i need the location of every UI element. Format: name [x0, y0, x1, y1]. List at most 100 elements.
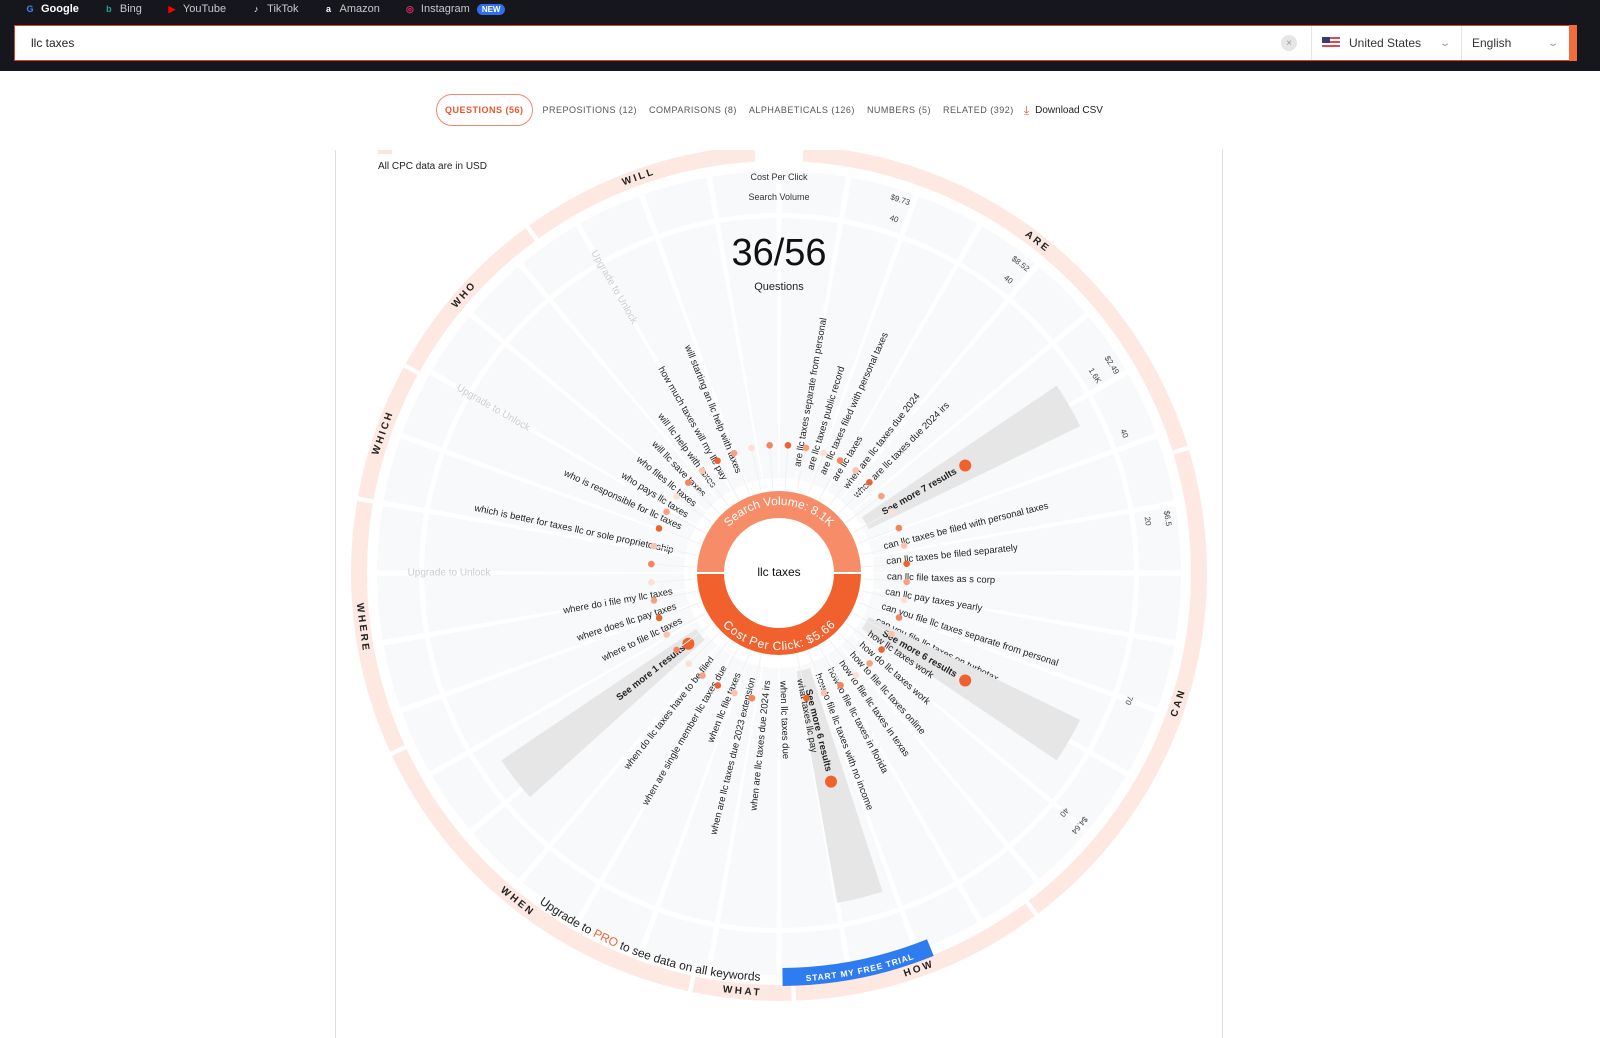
google-icon: G [26, 4, 34, 14]
volume-dot[interactable] [655, 614, 663, 622]
volume-dot[interactable] [852, 467, 859, 474]
tab-questions[interactable]: QUESTIONS (56) [436, 94, 533, 126]
country-label: United States [1349, 36, 1422, 50]
volume-dot[interactable] [900, 542, 908, 549]
question-wheel: ARECANHOWWHATWHENWHEREWHICHWHOWILLare ll… [351, 150, 1207, 1001]
amazon-icon: a [326, 4, 332, 14]
volume-dot[interactable] [698, 467, 706, 474]
language-label: English [1472, 36, 1512, 50]
volume-dot[interactable] [820, 449, 827, 457]
legend-cpc: Cost Per Click [750, 172, 808, 182]
volume-dot[interactable] [900, 596, 908, 604]
new-badge: NEW [476, 3, 506, 15]
volume-dot[interactable] [852, 672, 860, 679]
bookmark-amazon[interactable]: a Amazon [323, 0, 380, 18]
question-count-label: Questions [754, 281, 804, 293]
volume-dot[interactable] [648, 579, 655, 586]
volume-dot[interactable] [802, 444, 810, 452]
question-wheel-panel: All CPC data are in USD ARE CAN HOW WHAT WHE… [335, 150, 1223, 1038]
search-input[interactable] [15, 35, 1281, 51]
outer-value-cell [1133, 575, 1181, 641]
bookmarks-bar: G Google b Bing ▶ YouTube ♪ TikTok a Amazon ◎ Insta… [0, 0, 506, 18]
bookmark-label: TikTok [267, 3, 299, 15]
country-select[interactable]: United States ⌄ [1311, 26, 1461, 60]
bookmark-label: YouTube [182, 3, 227, 15]
bookmark-label: Amazon [339, 3, 380, 15]
tab-prepositions[interactable]: PREPOSITIONS (12) [537, 95, 644, 125]
bookmark-label: Google [41, 3, 79, 15]
expand-chevron-icon[interactable] [959, 674, 972, 687]
volume-dot[interactable] [673, 646, 680, 654]
language-select[interactable]: English ⌄ [1461, 26, 1569, 60]
volume-dot[interactable] [803, 694, 810, 702]
expand-chevron-icon[interactable] [959, 459, 972, 472]
volume-dot[interactable] [888, 630, 895, 638]
instagram-icon: ◎ [405, 3, 414, 14]
volume-dot[interactable] [878, 646, 885, 653]
us-flag-icon [1322, 37, 1340, 49]
volume-dot[interactable] [837, 681, 844, 689]
youtube-icon: ▶ [168, 3, 176, 14]
outer-value-cell [1133, 505, 1181, 571]
volume-dot[interactable] [663, 508, 670, 516]
volume-dot[interactable] [699, 672, 706, 679]
clear-search-button[interactable]: × [1281, 35, 1297, 51]
question-count: 36/56 [731, 232, 826, 274]
search-bar: × United States ⌄ English ⌄ [14, 25, 1577, 61]
volume-dot[interactable] [895, 614, 903, 621]
volume-dot[interactable] [887, 508, 895, 515]
tiktok-icon: ♪ [253, 4, 259, 14]
volume-dot[interactable] [748, 444, 755, 452]
volume-dot[interactable] [748, 694, 756, 702]
bookmark-google[interactable]: G Google [24, 0, 79, 18]
volume-dot[interactable] [650, 597, 658, 604]
legend-search-volume: Search Volume [748, 192, 809, 202]
volume-dot[interactable] [895, 524, 903, 532]
volume-dot[interactable] [655, 525, 663, 532]
download-label: Download CSV [1035, 104, 1103, 116]
volume-dot[interactable] [878, 492, 885, 500]
volume-dot[interactable] [866, 479, 873, 486]
volume-dot[interactable] [714, 682, 722, 689]
volume-dot[interactable] [685, 660, 692, 667]
chevron-down-icon: ⌄ [1438, 37, 1452, 49]
tab-related[interactable]: RELATED (392) [937, 95, 1020, 125]
bookmark-tiktok[interactable]: ♪ TikTok [250, 0, 299, 18]
volume-dot[interactable] [685, 479, 692, 486]
bing-icon: b [106, 4, 112, 14]
volume-dot[interactable] [673, 493, 680, 500]
volume-dot[interactable] [903, 578, 910, 586]
volume-dot[interactable] [820, 689, 828, 697]
volume-dot[interactable] [836, 457, 844, 464]
bookmark-bing[interactable]: b Bing [103, 0, 142, 18]
volume-dot[interactable] [730, 449, 738, 457]
volume-dot[interactable] [903, 560, 910, 567]
tab-numbers[interactable]: NUMBERS (5) [861, 95, 937, 125]
chevron-down-icon: ⌄ [1546, 37, 1560, 49]
volume-dot[interactable] [866, 660, 873, 667]
volume-dot[interactable] [766, 442, 773, 449]
volume-dot[interactable] [663, 631, 671, 638]
bookmark-youtube[interactable]: ▶ YouTube [166, 0, 226, 18]
bookmark-label: Bing [119, 3, 142, 15]
volume-dot[interactable] [784, 442, 792, 449]
search-volume-value: 20 [1143, 516, 1153, 527]
download-csv-button[interactable]: ⤓ Download CSV [1024, 103, 1103, 118]
expand-chevron-icon[interactable] [825, 775, 838, 788]
volume-dot[interactable] [714, 457, 721, 465]
bookmark-instagram[interactable]: ◎ Instagram NEW [404, 0, 506, 18]
outer-value-cell [377, 505, 425, 571]
center-keyword: llc taxes [757, 565, 800, 579]
tab-comparisons[interactable]: COMPARISONS (8) [643, 95, 743, 125]
close-icon: × [1286, 37, 1292, 49]
volume-dot[interactable] [650, 542, 658, 550]
outer-value-cell [377, 575, 425, 641]
volume-dot[interactable] [648, 560, 655, 568]
download-icon: ⤓ [1023, 102, 1030, 117]
volume-dot[interactable] [731, 689, 738, 697]
result-tabs: QUESTIONS (56) PREPOSITIONS (12) COMPARI… [436, 94, 1103, 126]
tab-alphabeticals[interactable]: ALPHABETICALS (126) [743, 95, 861, 125]
upgrade-to-unlock-label[interactable]: Upgrade to Unlock [408, 568, 492, 579]
bookmark-label: Instagram [420, 3, 470, 15]
search-submit-button[interactable] [1569, 25, 1577, 61]
